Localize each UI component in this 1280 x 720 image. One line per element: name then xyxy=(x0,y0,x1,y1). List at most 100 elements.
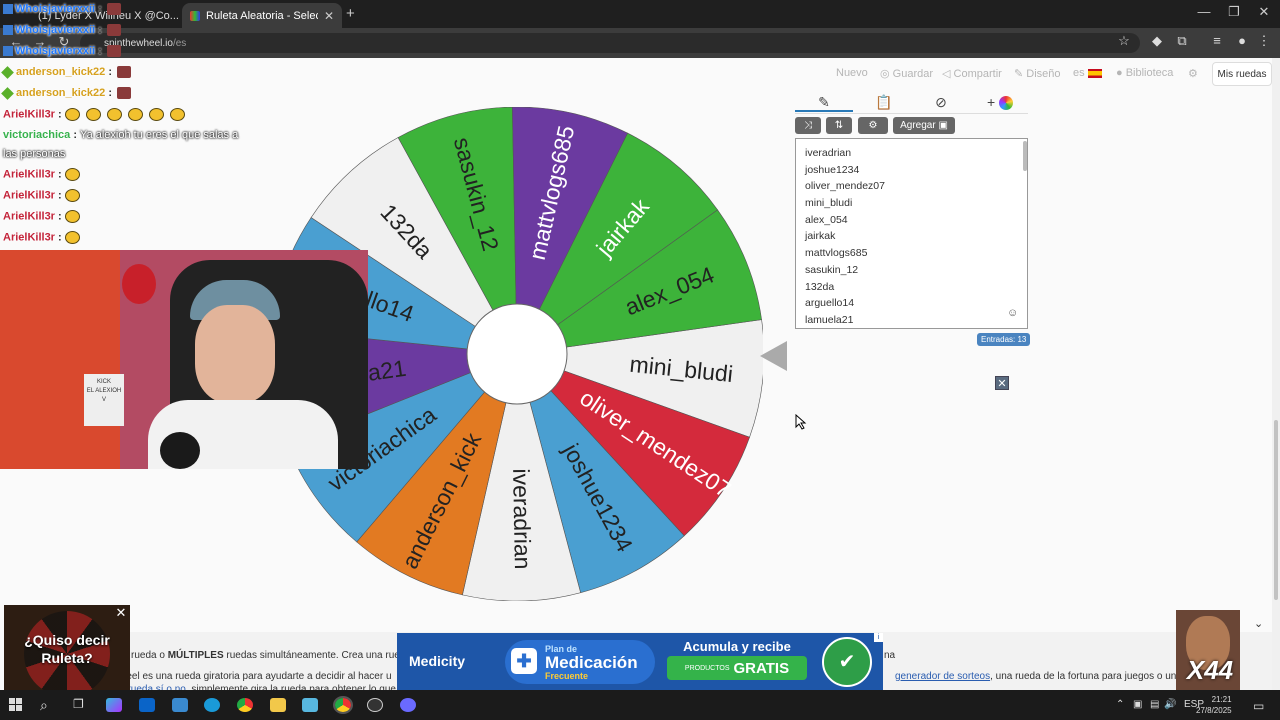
chevron-down-icon[interactable]: ⌄ xyxy=(1254,617,1263,630)
image-icon: ▣ xyxy=(938,120,948,131)
emote-icon xyxy=(106,45,121,58)
ad-info-icon[interactable]: i xyxy=(874,633,883,642)
chat-colon: : xyxy=(54,108,65,121)
eye-off-icon: ⊘ xyxy=(935,94,947,110)
restore-button[interactable]: ❐ xyxy=(1219,4,1249,20)
spiderman-mask-icon xyxy=(122,264,156,304)
outlook-icon[interactable] xyxy=(139,698,155,712)
chrome-icon[interactable] xyxy=(237,698,253,712)
network-icon[interactable]: ▤ xyxy=(1150,699,1159,710)
pepe-emote-icon xyxy=(64,168,80,181)
compartir-label: Compartir xyxy=(953,68,1002,80)
settings-gear-icon[interactable]: ⚙ xyxy=(1188,67,1198,80)
minimize-button[interactable]: — xyxy=(1189,4,1219,19)
ad-small: PRODUCTOS xyxy=(684,664,730,672)
volume-icon[interactable]: 🔊 xyxy=(1164,699,1176,710)
chat-colon: : xyxy=(105,66,116,78)
tab-results[interactable]: 📋 xyxy=(855,94,913,112)
biblioteca-button[interactable]: ● Biblioteca xyxy=(1116,67,1173,79)
description-line-2: e Wheel es una rueda giratoria para ayud… xyxy=(103,671,392,682)
stream-chat-overlay: Whoisjavierxxii : Whoisjavierxxii : Whoi… xyxy=(0,0,300,250)
pepe-emote-icon xyxy=(64,231,80,244)
entries-scrollbar[interactable] xyxy=(1023,141,1027,171)
close-window-button[interactable]: ✕ xyxy=(1249,4,1279,20)
close-tab-icon[interactable]: ✕ xyxy=(324,9,334,23)
new-tab-button[interactable]: + xyxy=(346,5,355,22)
chat-colon: : xyxy=(54,168,65,181)
chat-username: ArielKill3r xyxy=(3,108,55,121)
chat-colon: : xyxy=(54,210,65,223)
biblioteca-label: Biblioteca xyxy=(1125,67,1174,79)
pepe-emote-icon xyxy=(64,189,80,202)
obs-icon[interactable] xyxy=(367,698,383,712)
edge-icon[interactable] xyxy=(204,698,220,712)
extensions-puzzle-icon[interactable]: ⧉ xyxy=(1172,33,1192,49)
mis-ruedas-button[interactable]: Mis ruedas xyxy=(1212,62,1272,86)
tray-chevron-icon[interactable]: ⌃ xyxy=(1116,699,1124,710)
language-label: es xyxy=(1073,67,1085,79)
tray-app-icon[interactable]: ▣ xyxy=(1133,699,1142,710)
nuevo-button[interactable]: Nuevo xyxy=(836,67,868,79)
sort-button[interactable]: ⇅ xyxy=(826,117,852,134)
diseno-button[interactable]: ✎ Diseño xyxy=(1014,67,1061,80)
media-icon[interactable]: ≡ xyxy=(1207,33,1227,48)
emote-icon xyxy=(106,24,121,37)
tab-add-wheel[interactable]: + xyxy=(972,94,1028,112)
ad-brand: Medicity xyxy=(409,653,466,669)
profile-icon[interactable]: ● xyxy=(1232,33,1252,48)
orange-wall xyxy=(0,250,120,469)
app-icon[interactable] xyxy=(302,698,318,712)
ad-gratis-pill: PRODUCTOS GRATIS xyxy=(667,656,807,680)
tab-hide[interactable]: ⊘ xyxy=(915,94,967,112)
scrollbar-thumb[interactable] xyxy=(1274,420,1278,600)
pepe-emote-icon xyxy=(106,108,122,121)
pepe-emote-icon xyxy=(169,108,185,121)
color-wheel-icon xyxy=(999,96,1014,111)
shuffle-button[interactable]: ⤨ xyxy=(795,117,821,134)
file-explorer-icon[interactable] xyxy=(270,698,286,712)
chat-username: anderson_kick22 xyxy=(16,66,106,78)
chat-username: ArielKill3r xyxy=(3,210,55,223)
close-icon[interactable]: ✕ xyxy=(995,376,1009,390)
ad-offer: Acumula y recibe PRODUCTOS GRATIS xyxy=(667,639,807,680)
emoji-icon[interactable]: ☺ xyxy=(1007,307,1018,319)
settings-button[interactable]: ⚙ xyxy=(858,117,888,134)
notification-icon[interactable]: ▭ xyxy=(1253,699,1264,713)
compartir-button[interactable]: ◁ Compartir xyxy=(942,67,1002,80)
sort-icon: ⇅ xyxy=(834,120,844,131)
task-view-icon[interactable]: ❐ xyxy=(73,697,84,711)
ad-plan-big: Medicación xyxy=(545,653,638,672)
advertisement-banner[interactable]: Medicity ✚ Plan de Medicación Frecuente … xyxy=(397,633,883,691)
guardar-button[interactable]: ◎ Guardar xyxy=(880,67,933,80)
discord-icon[interactable] xyxy=(400,698,416,712)
bookmark-star-icon[interactable]: ☆ xyxy=(1114,33,1134,49)
chat-colon: : xyxy=(54,231,65,244)
meme-text: X44 xyxy=(1186,655,1234,685)
shuffle-icon: ⤨ xyxy=(804,120,812,131)
language-selector[interactable]: es xyxy=(1073,67,1102,79)
entries-textarea[interactable]: iveradrian joshue1234 oliver_mendez07 mini_… xyxy=(795,138,1028,329)
chat-colon: : xyxy=(95,3,105,15)
windows-start-icon[interactable] xyxy=(9,698,22,711)
microphone-icon xyxy=(160,432,200,469)
chrome-active-icon[interactable] xyxy=(333,696,353,714)
pepe-emote-icon xyxy=(85,108,101,121)
popup-close-icon[interactable]: ✕ xyxy=(114,606,128,620)
desc-tail: na xyxy=(884,650,896,661)
tab-edit[interactable]: ✎ xyxy=(795,94,853,112)
search-icon[interactable]: ⌕ xyxy=(40,697,48,714)
agregar-button[interactable]: Agregar ▣ xyxy=(893,117,955,134)
menu-kebab-icon[interactable]: ⋮ xyxy=(1254,33,1274,49)
extension-icon[interactable]: ◆ xyxy=(1147,33,1167,49)
wheel-center-hub[interactable] xyxy=(466,303,568,405)
clock[interactable]: 21:21 27/8/2025 xyxy=(1196,694,1232,716)
generador-link[interactable]: generador de sorteos xyxy=(895,671,990,682)
agregar-label: Agregar xyxy=(900,120,936,131)
store-icon[interactable] xyxy=(172,698,188,712)
chat-username: anderson_kick22 xyxy=(16,87,106,99)
copilot-icon[interactable] xyxy=(106,698,122,712)
pepe-emote-icon xyxy=(127,108,143,121)
chat-message: las personas xyxy=(3,148,65,160)
entry-item: mini_bludi xyxy=(805,197,853,210)
chat-message: ArielKill3r : xyxy=(3,189,86,202)
